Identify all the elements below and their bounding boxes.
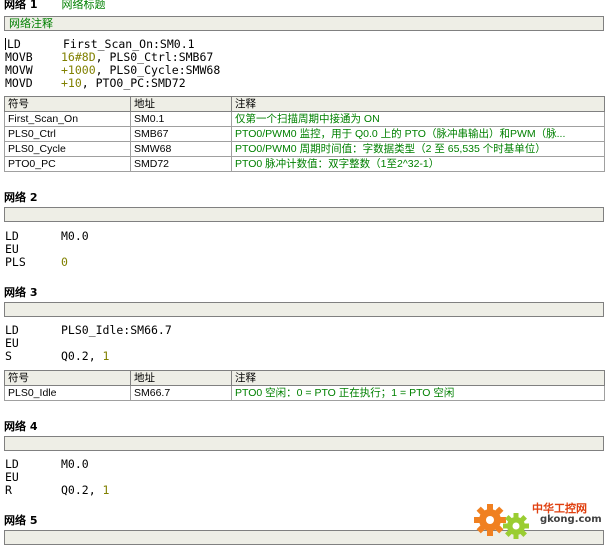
stl-instruction-line[interactable]: S Q0.2, 1 [5,350,172,363]
symbol-table-column-header[interactable]: 符号 [4,96,131,112]
network-4-title: 网络 4 [4,418,37,434]
symbol-address-cell[interactable]: SMD72 [130,156,232,172]
network-5-label: 网络 5 [4,514,38,527]
stl-constant: +10 [61,76,82,90]
network-5-title: 网络 5 [4,512,37,528]
symbol-name-cell[interactable]: PLS0_Idle [4,385,131,401]
network-1-title: 网络 1 网络标题 [4,0,105,12]
stl-operand: , PLS0_Ctrl:SMB67 [95,50,214,64]
stl-opcode: MOVD [5,76,33,90]
stl-opcode: EU [5,336,19,350]
symbol-table-row[interactable]: First_Scan_On SM0.1 仅第一个扫描周期中接通为 ON [4,111,605,127]
stl-operand: First_Scan_On:SM0.1 [63,37,195,51]
symbol-table-column-header[interactable]: 符号 [4,370,131,386]
network-2-label: 网络 2 [4,191,38,204]
symbol-comment-cell[interactable]: 仅第一个扫描周期中接通为 ON [231,111,605,127]
stl-instruction-line[interactable]: MOVD +10, PTO0_PC:SMD72 [5,77,220,90]
stl-operand: M0.0 [61,457,89,471]
network-1-comment[interactable]: 网络注释 [4,16,604,31]
network-2-title: 网络 2 [4,189,37,205]
symbol-name-cell[interactable]: PLS0_Ctrl [4,126,131,142]
symbol-table-column-header[interactable]: 注释 [231,96,605,112]
watermark-url: gkong.com [540,514,602,525]
symbol-name-cell[interactable]: PLS0_Cycle [4,141,131,157]
symbol-address-cell[interactable]: SM66.7 [130,385,232,401]
symbol-address-cell[interactable]: SMB67 [130,126,232,142]
symbol-table-column-header[interactable]: 注释 [231,370,605,386]
symbol-table-row[interactable]: PTO0_PC SMD72 PTO0 脉冲计数值：双字整数（1至2^32-1） [4,156,605,172]
stl-operand: , PLS0_Cycle:SMW68 [95,63,221,77]
stl-operand: , PTO0_PC:SMD72 [81,76,186,90]
symbol-comment-cell[interactable]: PTO0/PWM0 周期时间值：字数据类型（2 至 65,535 个时基单位） [231,141,605,157]
text-cursor-icon [5,38,6,50]
network-1-subtitle[interactable]: 网络标题 [61,0,105,11]
network-3-comment[interactable] [4,302,604,317]
stl-instruction-line[interactable]: LD PLS0_Idle:SM66.7 [5,324,172,337]
network-4-label: 网络 4 [4,420,38,433]
network-4-code[interactable]: LD M0.0 EU R Q0.2, 1 [5,458,109,497]
symbol-comment-cell[interactable]: PTO0 脉冲计数值：双字整数（1至2^32-1） [231,156,605,172]
network-1-label: 网络 1 [4,0,38,11]
network-2-comment[interactable] [4,207,604,222]
stl-opcode: PLS [5,255,26,269]
symbol-name-cell[interactable]: First_Scan_On [4,111,131,127]
network-3-symbol-table: 符号 地址 注释 PLS0_Idle SM66.7 PTO0 空闲：0 = PTO 正在执… [4,370,605,401]
network-4-comment[interactable] [4,436,604,451]
stl-operand: M0.0 [61,229,89,243]
stl-opcode: R [5,483,12,497]
symbol-table-header: 符号 地址 注释 [4,96,605,112]
symbol-table-row[interactable]: PLS0_Ctrl SMB67 PTO0/PWM0 监控，用于 Q0.0 上的 PT… [4,126,605,142]
network-1-code[interactable]: LD First_Scan_On:SM0.1 MOVB 16#8D, PLS0_Ctr… [5,38,220,90]
stl-opcode: EU [5,470,19,484]
stl-constant: +1000 [61,63,96,77]
network-1-symbol-table: 符号 地址 注释 First_Scan_On SM0.1 仅第一个扫描周期中接通为 ON P… [4,96,605,172]
symbol-name-cell[interactable]: PTO0_PC [4,156,131,172]
stl-instruction-line[interactable]: R Q0.2, 1 [5,484,109,497]
stl-constant: 0 [61,255,68,269]
stl-operand: PLS0_Idle:SM66.7 [61,323,172,337]
symbol-address-cell[interactable]: SMW68 [130,141,232,157]
symbol-address-cell[interactable]: SM0.1 [130,111,232,127]
symbol-table-column-header[interactable]: 地址 [130,370,232,386]
symbol-table-row[interactable]: PLS0_Idle SM66.7 PTO0 空闲：0 = PTO 正在执行；1 = … [4,385,605,401]
network-3-title: 网络 3 [4,284,37,300]
stl-operand: Q0.2, [61,349,103,363]
stl-instruction-line[interactable]: LD M0.0 [5,458,109,471]
stl-opcode: S [5,349,12,363]
stl-constant: 16#8D [61,50,96,64]
symbol-table-row[interactable]: PLS0_Cycle SMW68 PTO0/PWM0 周期时间值：字数据类型（2 至… [4,141,605,157]
network-3-code[interactable]: LD PLS0_Idle:SM66.7 EU S Q0.2, 1 [5,324,172,363]
symbol-comment-cell[interactable]: PTO0 空闲：0 = PTO 正在执行；1 = PTO 空闲 [231,385,605,401]
stl-constant: 1 [102,349,110,363]
network-2-code[interactable]: LD M0.0 EU PLS 0 [5,230,89,269]
symbol-table-column-header[interactable]: 地址 [130,96,232,112]
stl-constant: 1 [102,483,110,497]
network-3-label: 网络 3 [4,286,38,299]
symbol-table-header: 符号 地址 注释 [4,370,605,386]
stl-instruction-line[interactable]: PLS 0 [5,256,89,269]
stl-operand: Q0.2, [61,483,103,497]
network-1-comment-text: 网络注释 [9,17,53,30]
symbol-comment-cell[interactable]: PTO0/PWM0 监控，用于 Q0.0 上的 PTO（脉冲串输出）和PWM（脉… [231,126,605,142]
